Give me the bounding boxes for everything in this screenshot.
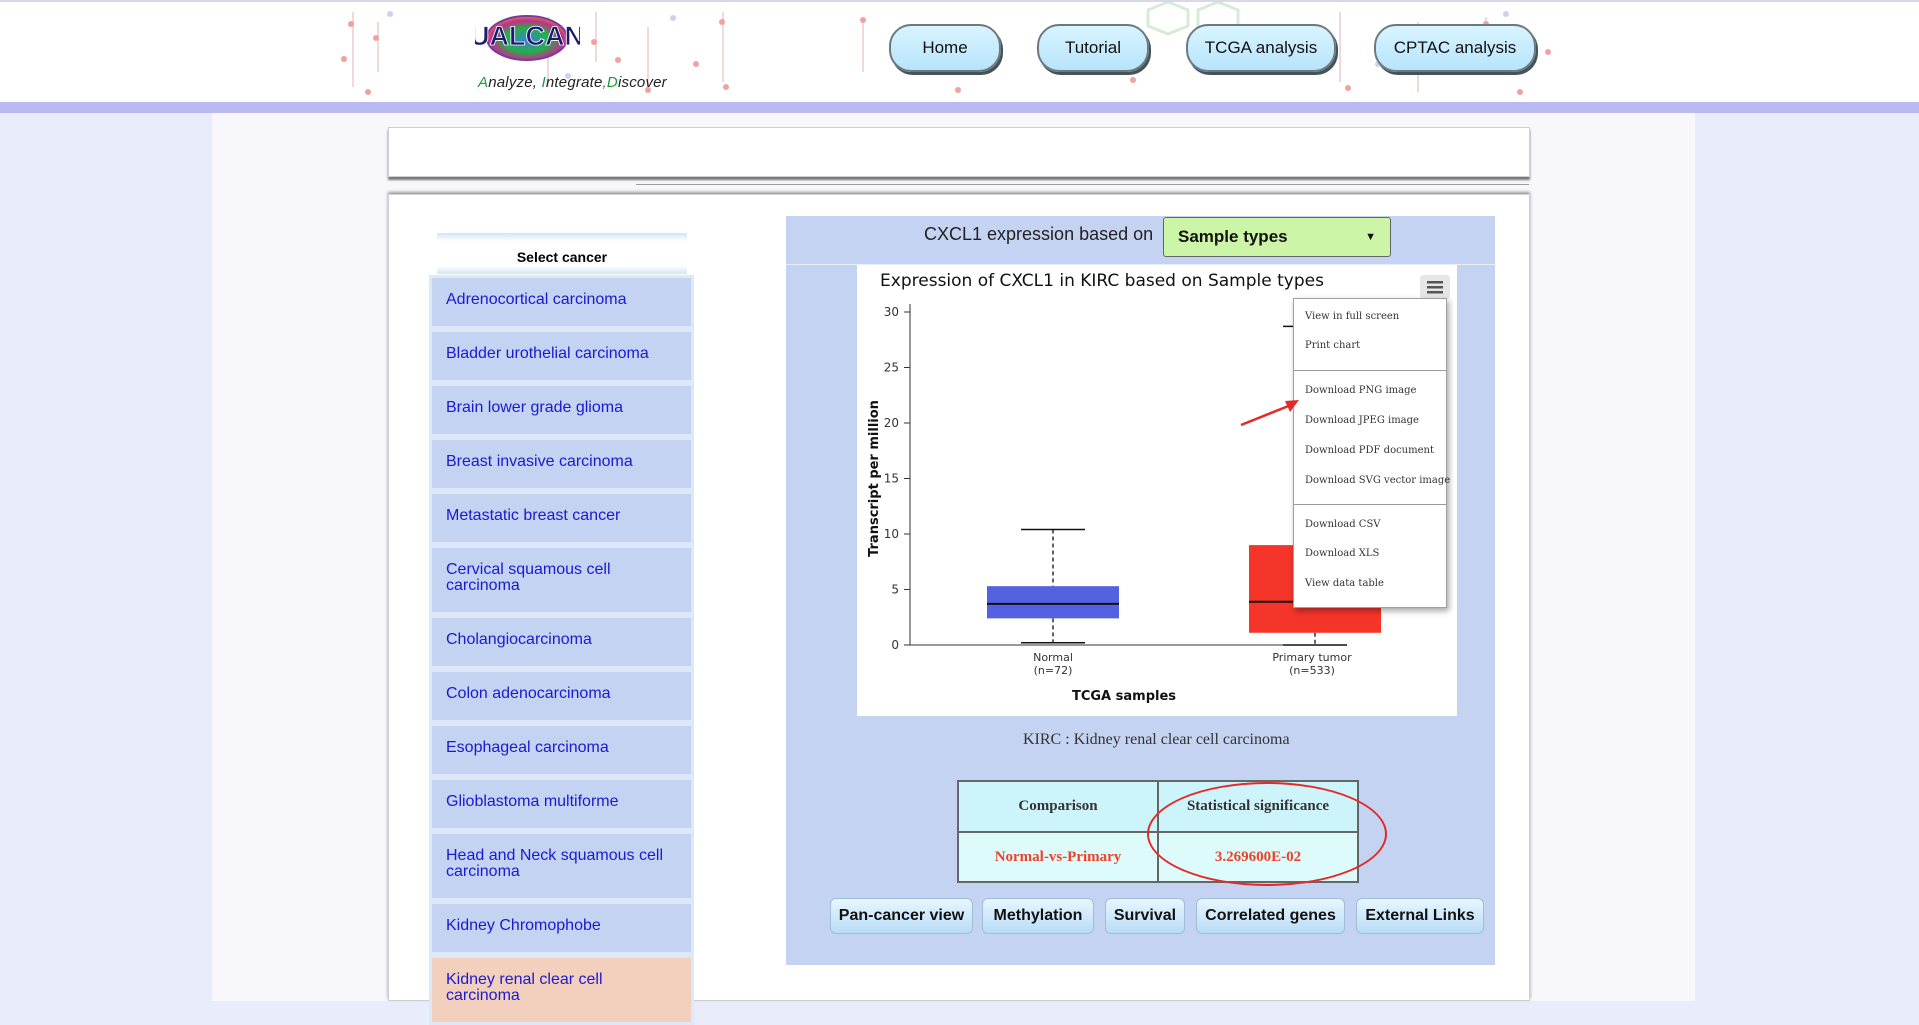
- ualcan-logo-badge: UALCAN: [475, 15, 580, 61]
- menu-download-png[interactable]: Download PNG image: [1305, 385, 1416, 396]
- cancer-item-esophageal[interactable]: Esophageal carcinoma: [429, 723, 694, 777]
- table-header-cell: Comparison: [957, 780, 1159, 833]
- pan-cancer-view-button[interactable]: Pan-cancer view: [830, 898, 973, 934]
- cancer-item-kirc[interactable]: Kidney renal clear cell carcinoma: [429, 955, 694, 1025]
- site-header: UALCAN Analyze, Integrate,Discover Home …: [0, 0, 1919, 113]
- top-bar: [388, 127, 1530, 177]
- select-cancer-header: Select cancer: [437, 233, 687, 274]
- cancer-caption: KIRC : Kidney renal clear cell carcinoma: [1023, 731, 1290, 748]
- y-tick-label: 15: [884, 472, 899, 486]
- x-axis-label: TCGA samples: [1072, 689, 1176, 704]
- cancer-item-metastatic-breast[interactable]: Metastatic breast cancer: [429, 491, 694, 545]
- box-normal: [987, 586, 1119, 619]
- nav-tutorial-button[interactable]: Tutorial: [1037, 24, 1149, 72]
- menu-download-jpeg[interactable]: Download JPEG image: [1305, 415, 1419, 426]
- cancer-item-bladder[interactable]: Bladder urothelial carcinoma: [429, 329, 694, 383]
- y-tick-label: 20: [884, 416, 899, 430]
- cancer-item-cholangiocarcinoma[interactable]: Cholangiocarcinoma: [429, 615, 694, 669]
- chart-export-menu: View in full screen Print chart Download…: [1293, 298, 1450, 608]
- cancer-item-breast[interactable]: Breast invasive carcinoma: [429, 437, 694, 491]
- nav-home-button[interactable]: Home: [889, 24, 1001, 72]
- x-category-count: (n=72): [1034, 664, 1073, 677]
- y-tick-label: 5: [891, 583, 899, 597]
- menu-download-pdf[interactable]: Download PDF document: [1305, 445, 1434, 456]
- annotation-circle: [1147, 782, 1387, 886]
- cancer-item-colon[interactable]: Colon adenocarcinoma: [429, 669, 694, 723]
- annotation-arrow: [1240, 400, 1299, 427]
- y-tick-label: 25: [884, 361, 899, 375]
- menu-download-csv[interactable]: Download CSV: [1305, 519, 1381, 530]
- menu-download-svg[interactable]: Download SVG vector image: [1305, 475, 1450, 486]
- hamburger-icon: [1427, 281, 1443, 294]
- logo-tagline: Analyze, Integrate,Discover: [478, 74, 667, 91]
- divider: [636, 184, 1529, 185]
- menu-download-xls[interactable]: Download XLS: [1305, 548, 1379, 559]
- menu-view-full-screen[interactable]: View in full screen: [1305, 311, 1399, 322]
- comparison-cell: Normal-vs-Primary: [957, 831, 1159, 883]
- cancer-item-kidney-chromophobe[interactable]: Kidney Chromophobe: [429, 901, 694, 955]
- external-links-button[interactable]: External Links: [1356, 898, 1484, 934]
- x-category-label: Normal: [1033, 651, 1073, 664]
- correlated-genes-button[interactable]: Correlated genes: [1196, 898, 1345, 934]
- cancer-item-glioblastoma[interactable]: Glioblastoma multiforme: [429, 777, 694, 831]
- cancer-item-cervical[interactable]: Cervical squamous cell carcinoma: [429, 545, 694, 615]
- x-category-label: Primary tumor: [1272, 651, 1352, 664]
- chart-menu-button[interactable]: [1420, 275, 1450, 299]
- menu-divider: [1294, 370, 1446, 371]
- cancer-item-head-neck[interactable]: Head and Neck squamous cell carcinoma: [429, 831, 694, 901]
- nav-tcga-analysis-button[interactable]: TCGA analysis: [1186, 24, 1336, 72]
- y-axis-label: Transcript per million: [867, 400, 882, 557]
- nav-cptac-analysis-button[interactable]: CPTAC analysis: [1374, 24, 1536, 72]
- sample-type-select-value: Sample types: [1178, 227, 1288, 246]
- menu-divider: [1294, 504, 1446, 505]
- y-tick-label: 0: [891, 638, 899, 652]
- y-tick-label: 10: [884, 527, 899, 541]
- chart-title: Expression of CXCL1 in KIRC based on Sam…: [880, 271, 1324, 291]
- methylation-button[interactable]: Methylation: [982, 898, 1094, 934]
- survival-button[interactable]: Survival: [1105, 898, 1185, 934]
- x-category-count: (n=533): [1289, 664, 1335, 677]
- chevron-down-icon: ▼: [1365, 231, 1376, 243]
- cancer-item-brain-lgg[interactable]: Brain lower grade glioma: [429, 383, 694, 437]
- logo-wordmark: UALCAN: [475, 21, 580, 51]
- sample-type-select[interactable]: Sample types ▼: [1163, 217, 1391, 257]
- expression-label: CXCL1 expression based on: [924, 224, 1154, 244]
- menu-print-chart[interactable]: Print chart: [1305, 340, 1360, 351]
- y-tick-label: 30: [884, 305, 899, 319]
- cancer-item-adrenocortical[interactable]: Adrenocortical carcinoma: [429, 275, 694, 329]
- menu-view-data-table[interactable]: View data table: [1305, 578, 1384, 589]
